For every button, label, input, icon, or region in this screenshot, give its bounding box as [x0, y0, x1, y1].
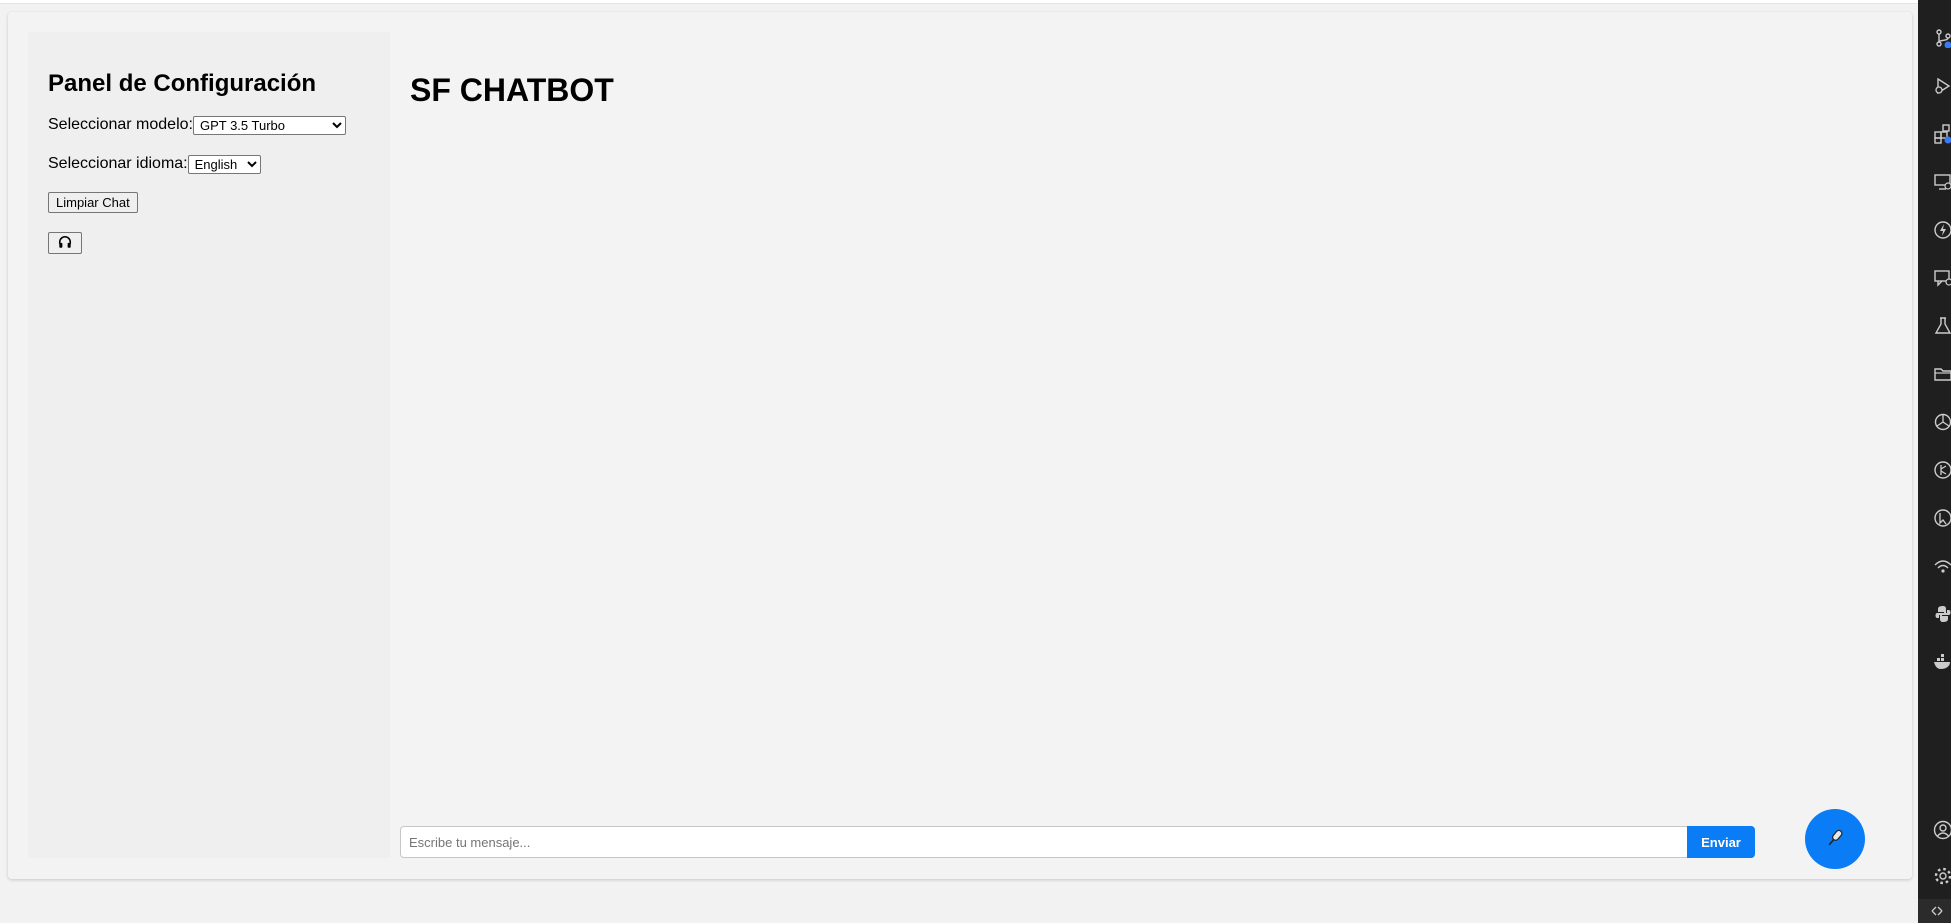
browser-top-edge: [0, 0, 1918, 4]
docker-icon[interactable]: [1932, 651, 1951, 673]
language-row: Seleccionar idioma: English: [48, 153, 370, 175]
editor-activity-bar: [1918, 0, 1951, 923]
remote-explorer-icon[interactable]: [1932, 171, 1951, 193]
testing-icon[interactable]: [1932, 315, 1951, 337]
clear-chat-button[interactable]: Limpiar Chat: [48, 192, 138, 213]
message-input[interactable]: [400, 826, 1687, 858]
extensions-icon[interactable]: [1932, 123, 1951, 145]
cursor-icon[interactable]: [1932, 507, 1951, 529]
python-icon[interactable]: [1932, 603, 1951, 625]
language-label: Seleccionar idioma:: [48, 155, 188, 172]
language-select[interactable]: English: [187, 154, 261, 174]
remote-status-button[interactable]: [1918, 899, 1951, 923]
gitlens-icon[interactable]: [1932, 459, 1951, 481]
headphones-icon: [58, 235, 72, 252]
wifi-icon[interactable]: [1932, 555, 1951, 577]
model-select[interactable]: GPT 3.5 Turbo: [192, 115, 346, 135]
audio-button[interactable]: [48, 232, 82, 254]
config-panel-title: Panel de Configuración: [48, 70, 317, 97]
source-control-icon[interactable]: [1932, 27, 1951, 49]
model-row: Seleccionar modelo: GPT 3.5 Turbo: [48, 114, 370, 136]
send-button[interactable]: Enviar: [1687, 826, 1755, 858]
chat-form: Enviar: [400, 826, 1755, 858]
remote-icon: [1930, 904, 1944, 923]
microphone-icon: [1824, 827, 1846, 852]
run-debug-icon[interactable]: [1932, 75, 1951, 97]
page-title: SF CHATBOT: [410, 72, 614, 108]
folder-icon[interactable]: [1932, 363, 1951, 385]
chat-icon[interactable]: [1932, 267, 1951, 289]
account-icon[interactable]: [1932, 819, 1951, 841]
microphone-button[interactable]: [1805, 809, 1865, 869]
config-panel: Panel de Configuración Seleccionar model…: [28, 32, 390, 858]
lightning-icon[interactable]: [1932, 219, 1951, 241]
openai-icon[interactable]: [1932, 411, 1951, 433]
model-label: Seleccionar modelo:: [48, 116, 193, 133]
settings-icon[interactable]: [1932, 865, 1951, 887]
app-container: Panel de Configuración Seleccionar model…: [8, 12, 1912, 879]
